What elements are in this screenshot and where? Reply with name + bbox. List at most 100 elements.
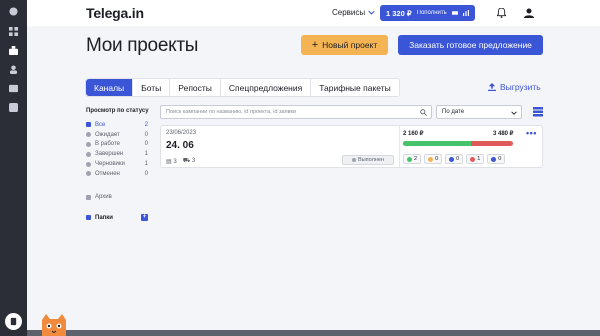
- filter-completed[interactable]: Завершен 1: [86, 149, 148, 159]
- status-filter-list: Все 2 Ожидает 0 В работе 0 Завершен 1 Чернов…: [86, 120, 148, 179]
- status-chip-icon: [449, 156, 455, 162]
- side-rail: [0, 0, 27, 336]
- channels-metric: ▤ 3: [166, 158, 177, 165]
- status-chip-icon: [428, 156, 434, 162]
- support-icon[interactable]: [5, 313, 22, 330]
- status-chip-count: 0: [456, 156, 460, 162]
- plus-icon: +: [311, 38, 319, 51]
- wallet-icon[interactable]: [9, 84, 18, 93]
- projects-icon[interactable]: [9, 46, 18, 55]
- filter-label: Все: [95, 121, 106, 128]
- status-chip-count: 2: [414, 156, 418, 162]
- bell-icon[interactable]: [497, 8, 506, 18]
- campaign-card[interactable]: 23/06/2023 24. 06 ▤ 3 ⛟ 3 Выполнен 2 160…: [160, 125, 543, 168]
- services-menu[interactable]: Сервисы: [332, 8, 375, 17]
- total-amount: 3 480 ₽: [493, 131, 514, 137]
- balance-button[interactable]: 1 320 ₽ Пополнить: [380, 5, 475, 21]
- new-project-label: Новый проект: [322, 40, 378, 50]
- sort-select[interactable]: По дате: [436, 105, 522, 119]
- filter-all[interactable]: Все 2: [86, 120, 148, 130]
- new-project-button[interactable]: + Новый проект: [301, 35, 388, 55]
- status-chip[interactable]: 0: [424, 154, 443, 164]
- archive-icon: [86, 194, 91, 200]
- tab-special-offers[interactable]: Спецпредложения: [221, 79, 312, 96]
- budget-progress-fill: [403, 141, 472, 146]
- filters-title: Просмотр по статусу: [86, 108, 149, 114]
- folders-header: Папки +: [86, 214, 148, 221]
- page-title: Мои проекты: [86, 35, 199, 56]
- order-offer-label: Заказать готовое предложение: [409, 40, 532, 50]
- filter-label: Завершен: [95, 151, 124, 158]
- filter-label: Отменен: [95, 170, 120, 177]
- search-placeholder: Поиск кампании по названию, id проекта, …: [166, 109, 296, 115]
- topup-label: Пополнить: [416, 10, 447, 16]
- sort-value: По дате: [442, 109, 465, 115]
- profile-icon[interactable]: [9, 65, 18, 74]
- chevron-down-icon: [511, 111, 517, 115]
- status-chip[interactable]: 2: [403, 154, 422, 164]
- cancel-icon: [86, 171, 91, 177]
- balance-amount: 1 320 ₽: [386, 8, 412, 18]
- channels-icon: ▤: [166, 158, 172, 165]
- filter-count: 1: [144, 161, 148, 168]
- collapse-icon[interactable]: [9, 7, 18, 16]
- archive-label: Архив: [95, 194, 112, 200]
- channels-count: 3: [173, 158, 177, 165]
- archive-link[interactable]: Архив: [86, 194, 112, 200]
- help-icon[interactable]: [9, 103, 18, 112]
- filter-count: 0: [144, 131, 148, 138]
- services-label: Сервисы: [332, 8, 366, 17]
- dashboard-icon[interactable]: [9, 27, 18, 36]
- check-icon: [86, 151, 91, 157]
- campaign-name: 24. 06: [166, 140, 194, 151]
- tab-channels[interactable]: Каналы: [86, 79, 134, 96]
- add-folder-button[interactable]: +: [141, 214, 148, 221]
- status-chip[interactable]: 0: [445, 154, 464, 164]
- budget-progress-bar: [403, 141, 513, 146]
- placement-status-chips: 2 0 0 1 0: [403, 154, 506, 164]
- tabs: Каналы Боты Репосты Спецпредложения Тари…: [85, 78, 400, 97]
- folder-icon: [86, 215, 91, 220]
- tab-bots[interactable]: Боты: [133, 79, 171, 96]
- top-header: Telega.in Сервисы 1 320 ₽ Пополнить: [27, 0, 600, 26]
- chevron-down-icon: [368, 10, 375, 15]
- folders-label: Папки: [95, 214, 113, 221]
- status-label: Выполнен: [358, 157, 384, 163]
- campaign-metrics: ▤ 3 ⛟ 3: [166, 157, 195, 165]
- filter-cancelled[interactable]: Отменен 0: [86, 169, 148, 179]
- cart-icon: ⛟: [182, 158, 191, 164]
- spent-amount: 2 160 ₽: [403, 131, 424, 137]
- status-chip[interactable]: 1: [466, 154, 485, 164]
- play-icon: [86, 141, 91, 147]
- table-view-icon[interactable]: [533, 107, 543, 117]
- upload-icon: [488, 83, 496, 91]
- user-icon[interactable]: [524, 8, 534, 18]
- logo[interactable]: Telega.in: [86, 5, 144, 21]
- posts-count: 3: [191, 158, 196, 164]
- order-offer-button[interactable]: Заказать готовое предложение: [398, 35, 543, 55]
- tab-tariff-packages[interactable]: Тарифные пакеты: [311, 79, 399, 96]
- filter-in-progress[interactable]: В работе 0: [86, 140, 148, 150]
- filter-pending[interactable]: Ожидает 0: [86, 130, 148, 140]
- filter-count: 2: [144, 121, 148, 128]
- tab-reposts[interactable]: Репосты: [170, 79, 221, 96]
- list-icon: [86, 122, 91, 128]
- more-options-icon[interactable]: •••: [526, 128, 537, 138]
- filter-count: 0: [144, 170, 148, 177]
- status-chip-count: 0: [498, 156, 502, 162]
- export-button[interactable]: Выгрузить: [488, 82, 541, 92]
- status-chip-icon: [470, 156, 476, 162]
- clock-icon: [86, 132, 91, 138]
- status-chip-count: 0: [435, 156, 439, 162]
- status-chip[interactable]: 0: [487, 154, 506, 164]
- cat-mascot-icon: [42, 314, 66, 336]
- card-icon: [451, 11, 458, 15]
- status-chip-icon: [491, 156, 497, 162]
- footer-bar: [27, 330, 600, 336]
- filter-drafts[interactable]: Черновики 1: [86, 159, 148, 169]
- filter-label: Ожидает: [95, 131, 120, 138]
- status-chip-icon: [407, 156, 412, 162]
- filter-label: Черновики: [95, 161, 125, 168]
- filter-count: 1: [144, 151, 148, 158]
- search-input[interactable]: Поиск кампании по названию, id проекта, …: [160, 105, 432, 119]
